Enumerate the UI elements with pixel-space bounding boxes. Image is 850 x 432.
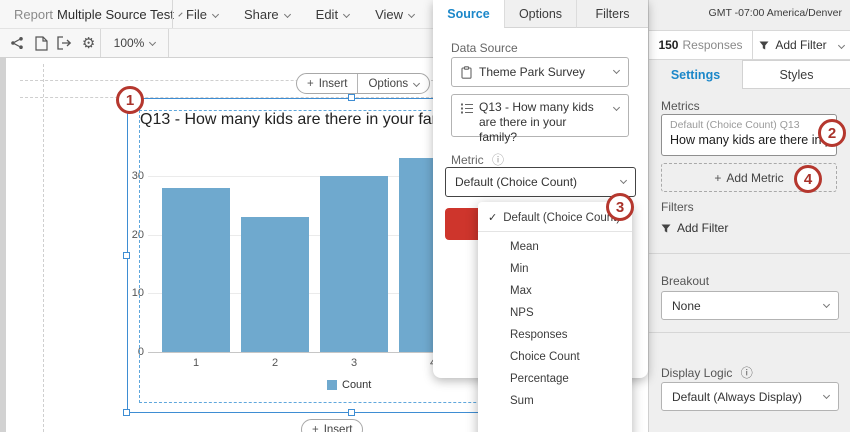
menu-edit[interactable]: Edit bbox=[316, 7, 351, 22]
callout-4: 4 bbox=[794, 165, 822, 193]
section-divider bbox=[649, 332, 850, 333]
breakout-select-value: None bbox=[672, 298, 701, 313]
funnel-icon bbox=[759, 41, 769, 49]
options-button[interactable]: Options bbox=[358, 74, 429, 93]
tab-source[interactable]: Source bbox=[433, 0, 504, 28]
report-name: Multiple Source Test bbox=[57, 6, 174, 22]
tab-options[interactable]: Options bbox=[504, 0, 576, 28]
info-icon[interactable]: ⓘ bbox=[492, 153, 504, 167]
question-select[interactable]: Q13 - How many kids are there in your fa… bbox=[451, 94, 629, 144]
metric-card-subtitle: Default (Choice Count) Q13 bbox=[670, 119, 800, 131]
chevron-down-icon bbox=[612, 66, 621, 75]
question-select-value: Q13 - How many kids are there in your fa… bbox=[479, 100, 594, 144]
report-label: Report bbox=[14, 6, 54, 22]
display-logic-section-label: Display Logic ⓘ bbox=[661, 366, 753, 380]
menu-item-mean[interactable]: Mean bbox=[478, 236, 632, 258]
menu-item-max[interactable]: Max bbox=[478, 280, 632, 302]
page-margin-guide-vertical bbox=[43, 64, 44, 432]
chevron-down-icon bbox=[619, 176, 628, 185]
report-builder-app: Report Multiple Source Test File Share E… bbox=[0, 0, 850, 432]
source-panel-tabs: Source Options Filters bbox=[433, 0, 648, 28]
canvas-edge bbox=[0, 58, 6, 432]
export-icon[interactable] bbox=[54, 31, 77, 55]
section-divider bbox=[649, 253, 850, 254]
chevron-down-icon bbox=[407, 10, 416, 18]
menu-item-choice-count[interactable]: Choice Count bbox=[478, 346, 632, 368]
chevron-down-icon bbox=[283, 10, 291, 18]
timezone-label: GMT -07:00 America/Denver bbox=[708, 7, 842, 19]
chevron-down-icon bbox=[211, 10, 219, 18]
add-filter-link[interactable]: Add Filter bbox=[661, 221, 728, 235]
responses-filter-bar: 150 Responses Add Filter bbox=[649, 30, 850, 60]
settings-sidebar: GMT -07:00 America/Denver 150 Responses … bbox=[648, 0, 850, 432]
checkmark-icon: ✓ bbox=[488, 212, 498, 224]
clipboard-icon bbox=[461, 65, 472, 79]
info-icon[interactable]: ⓘ bbox=[741, 366, 753, 380]
menu-item-percentage[interactable]: Percentage bbox=[478, 368, 632, 390]
menu-share[interactable]: Share bbox=[244, 7, 291, 22]
menu-item-nps[interactable]: NPS bbox=[478, 302, 632, 324]
menu-file[interactable]: File bbox=[186, 7, 219, 22]
add-filter-button[interactable]: Add Filter bbox=[753, 31, 850, 59]
resize-handle-bottom-left[interactable] bbox=[123, 409, 130, 416]
metrics-section-label: Metrics bbox=[661, 99, 700, 113]
menu-item-sum[interactable]: Sum bbox=[478, 390, 632, 412]
plus-icon: + bbox=[307, 77, 314, 90]
tab-settings[interactable]: Settings bbox=[649, 60, 742, 89]
metric-dropdown-menu: ✓ Default (Choice Count) Mean Min Max NP… bbox=[478, 202, 632, 432]
callout-2: 2 bbox=[818, 119, 846, 147]
resize-handle-mid-left[interactable] bbox=[123, 252, 130, 259]
numbered-list-icon bbox=[461, 103, 473, 114]
insert-options-pill: + Insert Options bbox=[296, 73, 431, 94]
plus-icon: + bbox=[714, 170, 722, 185]
display-logic-select-value: Default (Always Display) bbox=[672, 389, 803, 404]
menu-view[interactable]: View bbox=[375, 7, 416, 22]
insert-button-bottom[interactable]: + Insert bbox=[302, 420, 362, 432]
resize-handle-bottom-center[interactable] bbox=[348, 409, 355, 416]
divider bbox=[172, 0, 173, 28]
chevron-down-icon bbox=[822, 300, 831, 308]
survey-select[interactable]: Theme Park Survey bbox=[451, 57, 629, 87]
metric-select[interactable]: Default (Choice Count) bbox=[445, 167, 636, 197]
share-icon[interactable] bbox=[6, 31, 29, 55]
export-pdf-icon[interactable] bbox=[30, 31, 53, 55]
responses-word: Responses bbox=[682, 38, 743, 52]
insert-below-pill: + Insert bbox=[301, 419, 364, 432]
chevron-down-icon bbox=[178, 11, 183, 17]
divider bbox=[168, 29, 169, 57]
responses-count-button[interactable]: 150 Responses bbox=[649, 31, 753, 59]
zoom-level-value: 100% bbox=[113, 36, 145, 50]
insert-button[interactable]: + Insert bbox=[297, 74, 357, 93]
chevron-down-icon bbox=[612, 103, 621, 112]
data-source-label: Data Source bbox=[451, 41, 518, 55]
zoom-level-dropdown[interactable]: 100% bbox=[101, 36, 168, 50]
resize-handle-top-center[interactable] bbox=[348, 94, 355, 101]
tab-styles[interactable]: Styles bbox=[742, 60, 850, 89]
responses-count: 150 bbox=[658, 38, 679, 52]
callout-3: 3 bbox=[606, 193, 634, 221]
display-logic-select[interactable]: Default (Always Display) bbox=[661, 382, 839, 411]
menu-item-min[interactable]: Min bbox=[478, 258, 632, 280]
toolbar-icon-group: ⚙ bbox=[0, 31, 100, 55]
gear-icon[interactable]: ⚙ bbox=[77, 31, 100, 55]
tab-filters[interactable]: Filters bbox=[576, 0, 648, 28]
chevron-down-icon bbox=[837, 41, 845, 49]
plus-icon: + bbox=[312, 423, 319, 432]
funnel-icon bbox=[661, 224, 671, 232]
filters-section-label: Filters bbox=[661, 200, 694, 214]
metric-card[interactable]: Default (Choice Count) Q13 How many kids… bbox=[661, 114, 837, 156]
breakout-section-label: Breakout bbox=[661, 274, 710, 288]
menu-item-responses[interactable]: Responses bbox=[478, 324, 632, 346]
survey-select-value: Theme Park Survey bbox=[479, 65, 586, 79]
metric-card-title: How many kids are there in your f… bbox=[670, 133, 836, 147]
metric-select-value: Default (Choice Count) bbox=[455, 175, 578, 189]
breakout-select[interactable]: None bbox=[661, 291, 839, 320]
chevron-down-icon bbox=[822, 391, 831, 399]
metric-label: Metric ⓘ bbox=[451, 153, 505, 167]
callout-1: 1 bbox=[116, 86, 144, 114]
chevron-down-icon bbox=[343, 10, 351, 18]
report-selector[interactable]: Report Multiple Source Test bbox=[0, 6, 183, 22]
chevron-down-icon bbox=[413, 79, 421, 88]
chevron-down-icon bbox=[149, 38, 157, 47]
